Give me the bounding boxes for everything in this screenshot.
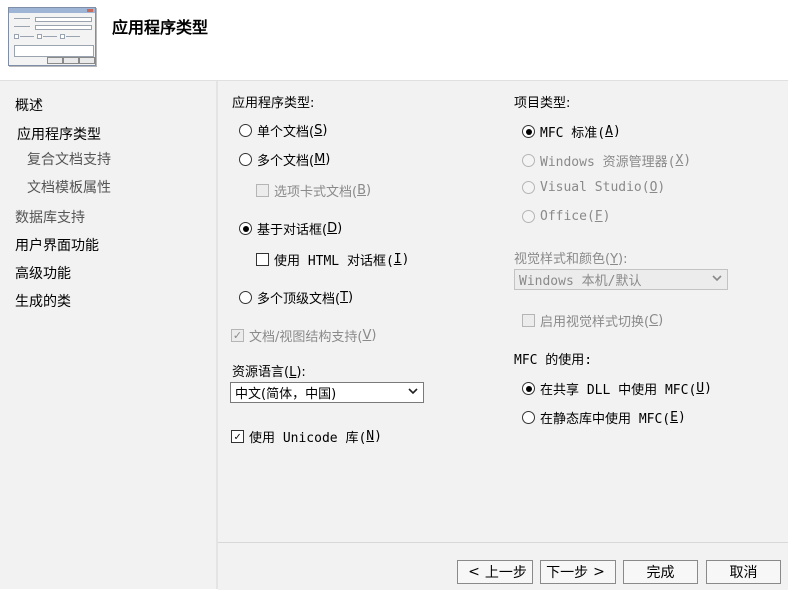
sidebar-item-overview[interactable]: 概述	[15, 95, 43, 115]
project-type-label: 项目类型:	[514, 96, 571, 111]
radio-circle	[522, 411, 535, 424]
radio-circle	[239, 153, 252, 166]
sidebar-item-user-interface[interactable]: 用户界面功能	[15, 235, 99, 255]
multiple-documents-radio[interactable]: 多个文档(M)	[239, 150, 330, 169]
checkbox-box	[256, 184, 269, 197]
main-panel: 应用程序类型: 单个文档(S) 多个文档(M) 选项卡式文档(B) 基于对话框(…	[218, 81, 788, 542]
visual-studio-radio[interactable]: Visual Studio(O)	[522, 180, 665, 195]
visual-style-select[interactable]: Windows 本机/默认	[514, 269, 728, 290]
mfc-use-label: MFC 的使用:	[514, 353, 593, 368]
wizard-footer: < 上一步 下一步 > 完成 取消	[218, 542, 788, 590]
wizard-sidebar: 概述 应用程序类型 复合文档支持 文档模板属性 数据库支持 用户界面功能 高级功…	[0, 81, 218, 589]
radio-circle	[239, 124, 252, 137]
style-switching-checkbox[interactable]: 启用视觉样式切换(C)	[522, 311, 663, 330]
mfc-standard-radio[interactable]: MFC 标准(A)	[522, 122, 621, 141]
radio-circle	[522, 154, 535, 167]
radio-circle	[239, 291, 252, 304]
radio-circle	[522, 210, 535, 223]
app-type-label: 应用程序类型:	[232, 96, 315, 111]
chevron-down-icon	[408, 388, 418, 395]
sidebar-item-application-type[interactable]: 应用程序类型	[17, 124, 101, 144]
static-library-radio[interactable]: 在静态库中使用 MFC(E)	[522, 408, 686, 427]
wizard-header: 应用程序类型	[0, 0, 788, 81]
windows-explorer-radio[interactable]: Windows 资源管理器(X)	[522, 151, 691, 170]
radio-circle	[522, 181, 535, 194]
visual-style-label: 视觉样式和颜色(Y):	[514, 252, 628, 267]
sidebar-item-document-template[interactable]: 文档模板属性	[27, 177, 111, 197]
unicode-checkbox[interactable]: ✓ 使用 Unicode 库(N)	[231, 427, 382, 446]
finish-button[interactable]: 完成	[623, 560, 698, 584]
chevron-down-icon	[712, 275, 722, 282]
office-radio[interactable]: Office(F)	[522, 209, 610, 224]
radio-circle	[522, 382, 535, 395]
checkbox-box: ✓	[231, 430, 244, 443]
sidebar-item-generated-classes[interactable]: 生成的类	[15, 291, 71, 311]
resource-language-select[interactable]: 中文(简体，中国)	[230, 382, 424, 403]
html-dialog-checkbox[interactable]: 使用 HTML 对话框(I)	[256, 250, 409, 269]
page-title: 应用程序类型	[112, 18, 209, 37]
cancel-button[interactable]: 取消	[706, 560, 781, 584]
doc-view-checkbox[interactable]: ✓ 文档/视图结构支持(V)	[231, 326, 376, 345]
sidebar-item-advanced-features[interactable]: 高级功能	[15, 263, 71, 283]
multiple-top-level-radio[interactable]: 多个顶级文档(T)	[239, 288, 353, 307]
tabbed-documents-checkbox[interactable]: 选项卡式文档(B)	[256, 181, 371, 200]
next-button[interactable]: 下一步 >	[540, 560, 616, 584]
checkbox-box: ✓	[231, 329, 244, 342]
previous-button[interactable]: < 上一步	[457, 560, 533, 584]
resource-language-label: 资源语言(L):	[232, 365, 306, 380]
radio-circle	[239, 222, 252, 235]
single-document-radio[interactable]: 单个文档(S)	[239, 121, 327, 140]
checkbox-box	[522, 314, 535, 327]
radio-circle	[522, 125, 535, 138]
shared-dll-radio[interactable]: 在共享 DLL 中使用 MFC(U)	[522, 379, 712, 398]
chevron-right-icon: >	[593, 564, 605, 580]
dialog-based-radio[interactable]: 基于对话框(D)	[239, 219, 342, 238]
checkbox-box	[256, 253, 269, 266]
chevron-left-icon: <	[468, 564, 480, 580]
sidebar-item-compound-document[interactable]: 复合文档支持	[27, 149, 111, 169]
sidebar-item-database-support[interactable]: 数据库支持	[15, 207, 85, 227]
wizard-dialog-thumbnail	[8, 7, 96, 66]
